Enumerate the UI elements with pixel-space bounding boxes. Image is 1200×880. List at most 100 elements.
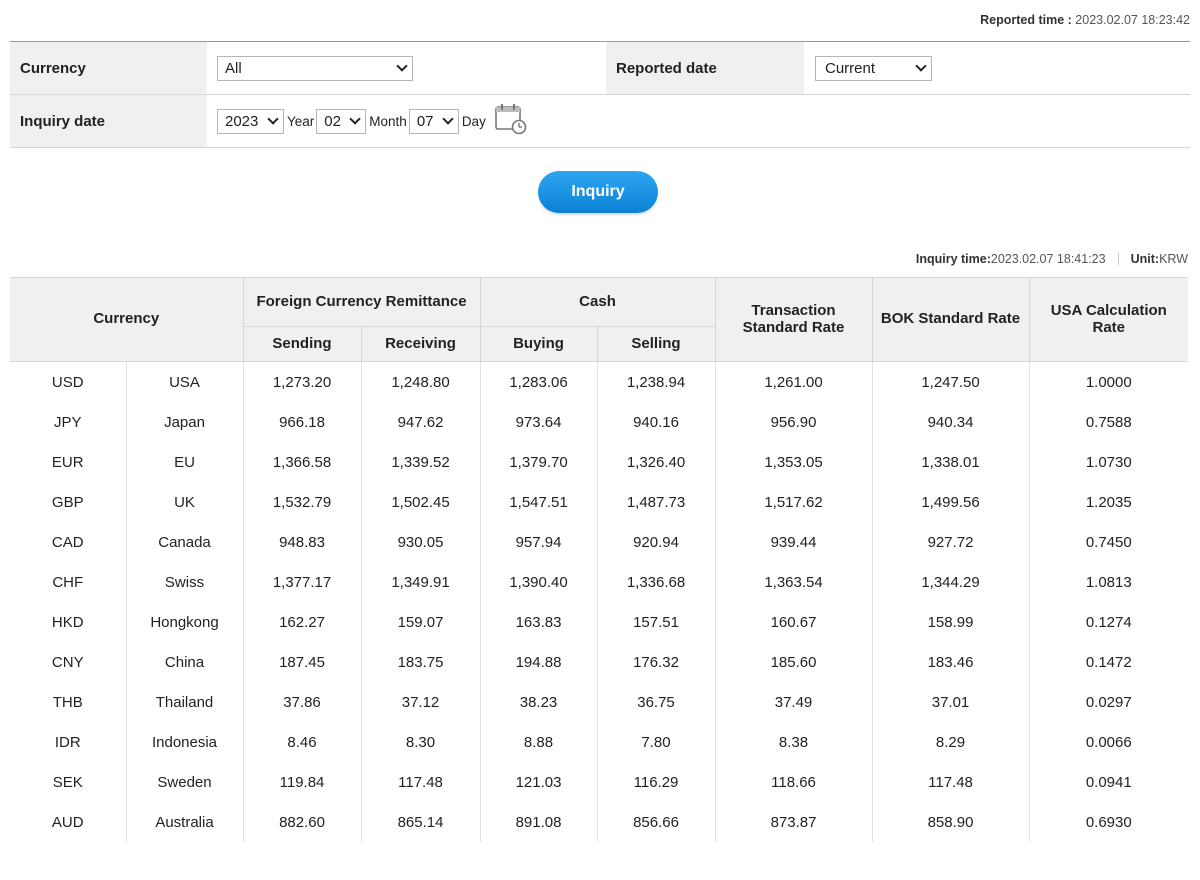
transaction-rate: 1,261.00 — [714, 361, 873, 402]
bok-rate: 37.01 — [871, 682, 1030, 722]
usa-rate: 0.0941 — [1028, 762, 1189, 802]
unit-label: Unit — [1130, 252, 1155, 266]
inquiry-time-value: 2023.02.07 18:41:23 — [990, 252, 1106, 266]
receiving-rate: 1,339.52 — [360, 442, 481, 482]
transaction-rate: 956.90 — [714, 402, 873, 442]
selling-rate: 176.32 — [596, 642, 716, 682]
sending-rate: 37.86 — [242, 682, 362, 722]
receiving-rate: 930.05 — [360, 522, 481, 562]
rate-rows: USD USA 1,273.20 1,248.80 1,283.06 1,238… — [10, 361, 1189, 842]
form-row-inquiry-date: Inquiry date 2023 Year 02 Month 07 Day — [10, 95, 1190, 148]
usa-rate: 0.7588 — [1028, 402, 1189, 442]
inquiry-date-label: Inquiry date — [10, 95, 207, 147]
chevron-down-icon — [349, 113, 361, 125]
receiving-rate: 8.30 — [360, 722, 481, 762]
currency-code: HKD — [10, 602, 127, 642]
transaction-rate: 185.60 — [714, 642, 873, 682]
table-row: CAD Canada 948.83 930.05 957.94 920.94 9… — [10, 522, 1189, 562]
year-select[interactable]: 2023 — [217, 108, 284, 134]
usa-rate: 1.2035 — [1028, 482, 1189, 522]
currency-code: GBP — [10, 482, 127, 522]
sending-rate: 1,532.79 — [242, 482, 362, 522]
inquiry-time-label: Inquiry time — [915, 252, 987, 266]
reported-time-colon: : — [1064, 13, 1076, 27]
selling-rate: 856.66 — [596, 802, 716, 842]
usa-rate: 0.0297 — [1028, 682, 1189, 722]
header-buying: Buying — [479, 326, 598, 362]
sending-rate: 882.60 — [242, 802, 362, 842]
currency-cell: All — [207, 42, 606, 94]
chevron-down-icon — [442, 113, 454, 125]
table-row: THB Thailand 37.86 37.12 38.23 36.75 37.… — [10, 682, 1189, 722]
sending-rate: 1,377.17 — [242, 562, 362, 602]
reported-date-cell: Current — [804, 42, 1190, 94]
buying-rate: 1,390.40 — [479, 562, 598, 602]
inquiry-button[interactable]: Inquiry — [538, 171, 658, 213]
country-name: Hongkong — [125, 602, 244, 642]
reported-time: Reported time : 2023.02.07 18:23:42 — [980, 13, 1190, 27]
sending-rate: 119.84 — [242, 762, 362, 802]
selling-rate: 1,336.68 — [596, 562, 716, 602]
receiving-rate: 947.62 — [360, 402, 481, 442]
receiving-rate: 37.12 — [360, 682, 481, 722]
usa-rate: 1.0000 — [1028, 361, 1189, 402]
currency-select[interactable]: All — [217, 55, 413, 81]
day-select[interactable]: 07 — [408, 108, 459, 134]
header-cash: Cash — [479, 277, 716, 327]
year-unit-label: Year — [287, 113, 315, 129]
selling-rate: 1,487.73 — [596, 482, 716, 522]
sending-rate: 1,273.20 — [242, 361, 362, 402]
sending-rate: 948.83 — [242, 522, 362, 562]
divider — [1117, 253, 1119, 265]
bok-rate: 183.46 — [871, 642, 1030, 682]
reported-date-select[interactable]: Current — [815, 55, 932, 81]
transaction-rate: 939.44 — [714, 522, 873, 562]
calendar-icon[interactable] — [494, 103, 528, 139]
buying-rate: 194.88 — [479, 642, 598, 682]
buying-rate: 957.94 — [479, 522, 598, 562]
sending-rate: 187.45 — [242, 642, 362, 682]
chevron-down-icon — [267, 113, 279, 125]
header-currency: Currency — [10, 277, 244, 362]
table-row: CHF Swiss 1,377.17 1,349.91 1,390.40 1,3… — [10, 562, 1189, 602]
currency-select-value: All — [225, 59, 242, 77]
buying-rate: 891.08 — [479, 802, 598, 842]
currency-code: IDR — [10, 722, 127, 762]
usa-rate: 1.0730 — [1028, 442, 1189, 482]
currency-code: CHF — [10, 562, 127, 602]
country-name: Thailand — [125, 682, 244, 722]
buying-rate: 1,283.06 — [479, 361, 598, 402]
country-name: EU — [125, 442, 244, 482]
form-row-currency: Currency All Reported date Current — [10, 42, 1190, 95]
usa-rate: 1.0813 — [1028, 562, 1189, 602]
receiving-rate: 117.48 — [360, 762, 481, 802]
bok-rate: 1,338.01 — [871, 442, 1030, 482]
currency-code: AUD — [10, 802, 127, 842]
buying-rate: 8.88 — [479, 722, 598, 762]
table-row: AUD Australia 882.60 865.14 891.08 856.6… — [10, 802, 1189, 842]
buying-rate: 163.83 — [479, 602, 598, 642]
month-select[interactable]: 02 — [316, 108, 367, 134]
country-name: Australia — [125, 802, 244, 842]
bok-rate: 927.72 — [871, 522, 1030, 562]
table-row: SEK Sweden 119.84 117.48 121.03 116.29 1… — [10, 762, 1189, 802]
day-unit-label: Day — [461, 113, 486, 129]
selling-rate: 1,238.94 — [596, 361, 716, 402]
transaction-rate: 1,353.05 — [714, 442, 873, 482]
buying-rate: 1,379.70 — [479, 442, 598, 482]
selling-rate: 1,326.40 — [596, 442, 716, 482]
header-remittance: Foreign Currency Remittance — [242, 277, 481, 327]
bok-rate: 117.48 — [871, 762, 1030, 802]
header-sending: Sending — [242, 326, 362, 362]
buying-rate: 1,547.51 — [479, 482, 598, 522]
day-select-value: 07 — [416, 112, 434, 130]
receiving-rate: 865.14 — [360, 802, 481, 842]
header-transaction-rate: Transaction Standard Rate — [714, 277, 873, 362]
reported-time-value: 2023.02.07 18:23:42 — [1075, 13, 1190, 27]
selling-rate: 940.16 — [596, 402, 716, 442]
search-form: Currency All Reported date Current Inqui… — [10, 41, 1190, 148]
receiving-rate: 1,502.45 — [360, 482, 481, 522]
table-row: IDR Indonesia 8.46 8.30 8.88 7.80 8.38 8… — [10, 722, 1189, 762]
bok-rate: 8.29 — [871, 722, 1030, 762]
transaction-rate: 118.66 — [714, 762, 873, 802]
